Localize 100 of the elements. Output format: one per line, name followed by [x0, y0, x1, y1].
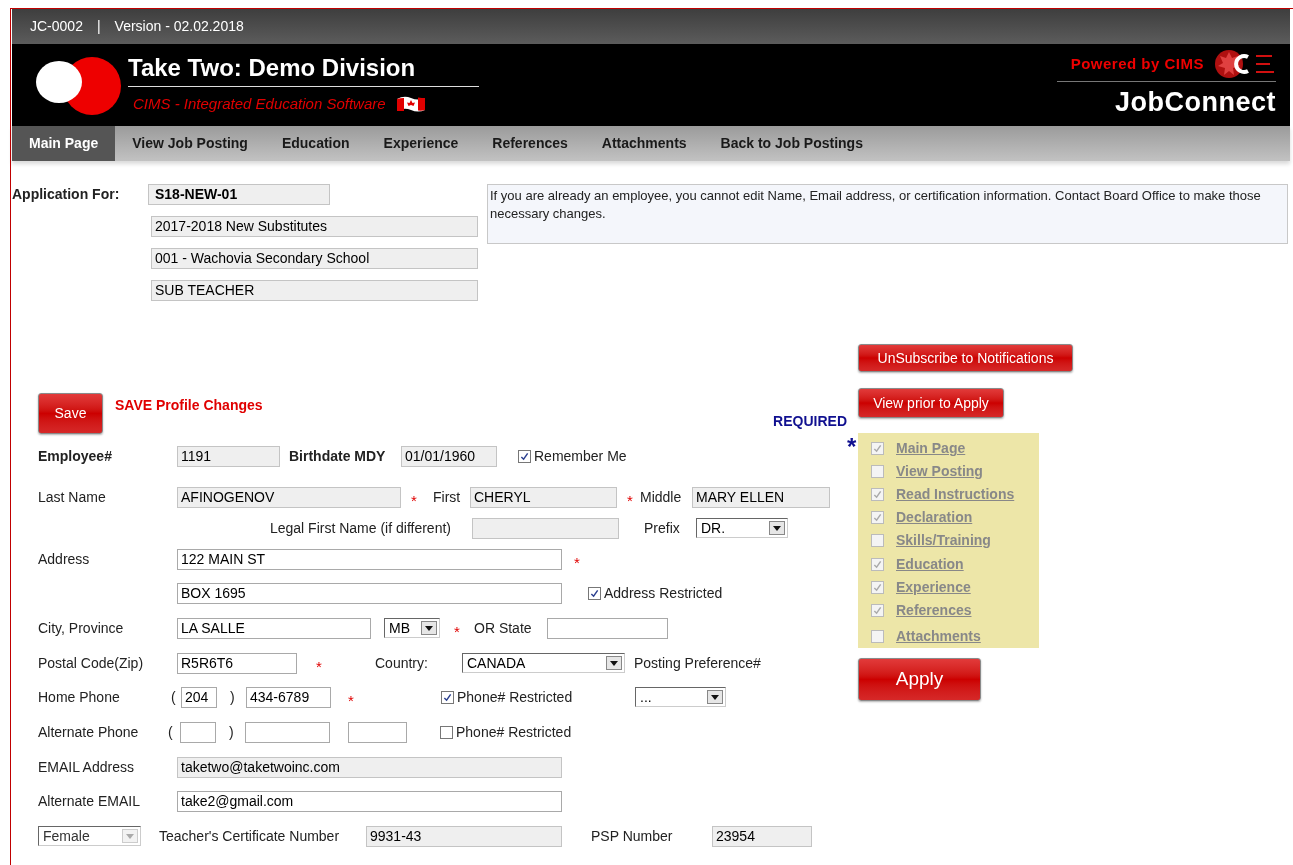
field-label: First	[433, 487, 462, 507]
checkbox[interactable]	[871, 629, 884, 643]
checkbox[interactable]	[871, 603, 884, 617]
nav-tab[interactable]: Experience	[366, 126, 476, 161]
nav-tab[interactable]: Education	[264, 126, 367, 161]
maple-leaf-logo	[1212, 49, 1276, 79]
field-label: Teacher's Certificate Number	[159, 826, 341, 846]
required-mark: *	[627, 492, 633, 508]
parenthesis: )	[229, 722, 235, 742]
field-label: Posting Preference#	[634, 653, 761, 673]
tagline: CIMS - Integrated Education Software	[133, 94, 386, 114]
field-label: Birthdate MDY	[289, 446, 387, 466]
checkbox[interactable]	[518, 449, 531, 463]
checkbox[interactable]	[441, 690, 454, 704]
checkbox[interactable]	[871, 534, 884, 548]
nav-tab[interactable]: Back to Job Postings	[703, 126, 880, 161]
field-label: Alternate Phone	[38, 722, 140, 742]
dropdown[interactable]: ...	[635, 687, 726, 707]
required-label: REQUIRED	[773, 412, 847, 431]
notice-box: If you are already an employee, you cannot edit Name, Email address, or certification information. Contact Board Office to make those necessary changes.	[487, 184, 1288, 244]
dropdown[interactable]: CANADA	[462, 653, 625, 673]
application-field[interactable]: 2017-2018 New Substitutes	[151, 216, 478, 237]
check-icon	[873, 605, 882, 615]
save-button[interactable]: Save	[38, 393, 103, 434]
field-label: EMAIL Address	[38, 757, 135, 777]
required-mark: *	[574, 554, 580, 570]
field-label: Address Restricted	[604, 583, 723, 603]
checkbox[interactable]	[871, 557, 884, 571]
field-label: Country:	[375, 653, 429, 673]
separator: |	[96, 17, 101, 36]
field-label: Home Phone	[38, 687, 121, 707]
field-label: Legal First Name (if different)	[268, 518, 452, 538]
field-label: PSP Number	[591, 826, 674, 846]
text-field[interactable]	[245, 721, 330, 743]
parenthesis: )	[230, 687, 236, 707]
text-field[interactable]: 122 MAIN ST	[177, 548, 562, 570]
dropdown[interactable]: MB	[384, 618, 440, 638]
field-label: Employee#	[38, 446, 113, 466]
required-mark: *	[348, 692, 354, 708]
view-prior-button[interactable]: View prior to Apply	[858, 388, 1004, 418]
check-icon	[443, 692, 452, 702]
required-mark: *	[454, 623, 460, 639]
text-field[interactable]: 434-6789	[246, 686, 331, 708]
application-label: Application For:	[12, 185, 121, 204]
check-icon	[873, 582, 882, 592]
field-label: Middle	[640, 487, 683, 507]
flag-icon	[395, 95, 426, 114]
app-code: JC-0002	[30, 17, 83, 36]
field-label: Postal Code(Zip)	[38, 653, 145, 673]
checkbox[interactable]	[871, 511, 884, 525]
posting-code-field[interactable]: S18-NEW-01	[148, 184, 330, 205]
nav-tab[interactable]: References	[475, 126, 585, 161]
text-field[interactable]: take2@gmail.com	[177, 790, 562, 812]
required-mark: *	[847, 437, 858, 457]
check-icon	[873, 513, 882, 523]
field-label: Last Name	[38, 487, 107, 507]
field-label: Phone# Restricted	[456, 722, 572, 742]
unsubscribe-button[interactable]: UnSubscribe to Notifications	[858, 344, 1073, 372]
field-label: Phone# Restricted	[457, 687, 573, 707]
caret-icon	[122, 829, 138, 843]
checkbox[interactable]	[588, 586, 601, 600]
text-field[interactable]: LA SALLE	[177, 617, 371, 639]
check-icon	[590, 588, 599, 598]
checkbox[interactable]	[871, 488, 884, 502]
powered-by-label: Powered by CIMS	[1070, 53, 1204, 74]
text-field[interactable]	[348, 722, 407, 743]
version-label: Version - 02.02.2018	[114, 17, 244, 36]
parenthesis: (	[171, 687, 177, 707]
field-label: Address	[38, 549, 91, 569]
nav-tab[interactable]: View Job Posting	[115, 126, 265, 161]
check-icon	[520, 451, 529, 461]
nav-tab[interactable]: Attachments	[584, 126, 704, 161]
checkbox[interactable]	[871, 465, 884, 479]
field-label: City, Province	[38, 618, 125, 638]
text-field[interactable]: 204	[181, 686, 217, 708]
text-field[interactable]: BOX 1695	[177, 582, 562, 604]
dropdown[interactable]: DR.	[696, 518, 788, 538]
field-label: Remember Me	[534, 446, 627, 466]
division-title: Take Two: Demo Division	[128, 54, 479, 87]
checkbox[interactable]	[440, 725, 453, 739]
nav-tab[interactable]: Main Page	[12, 126, 116, 161]
checkbox[interactable]	[871, 580, 884, 594]
required-mark: *	[316, 658, 322, 674]
caret-icon	[606, 656, 622, 670]
parenthesis: (	[168, 722, 174, 742]
caret-icon	[421, 621, 437, 635]
text-field[interactable]: R5R6T6	[177, 652, 297, 674]
text-field[interactable]	[547, 617, 668, 639]
field-label: Prefix	[644, 518, 681, 538]
application-field[interactable]: 001 - Wachovia Secondary School	[151, 248, 478, 269]
check-icon	[873, 490, 882, 500]
text-field[interactable]	[180, 721, 216, 743]
field-label: OR State	[474, 618, 533, 638]
application-field[interactable]: SUB TEACHER	[151, 280, 478, 301]
apply-button[interactable]: Apply	[858, 658, 981, 701]
product-name: JobConnect	[1115, 86, 1276, 118]
caret-icon	[707, 690, 723, 704]
field-label: Alternate EMAIL	[38, 791, 141, 811]
required-mark: *	[411, 492, 417, 508]
checkbox[interactable]	[871, 442, 884, 456]
